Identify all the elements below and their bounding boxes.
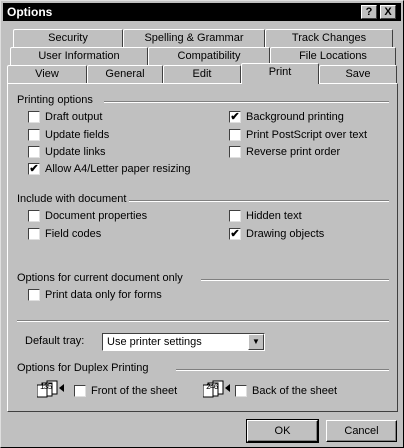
print-data-only-label: Print data only for forms	[45, 289, 162, 301]
cancel-button[interactable]: Cancel	[326, 420, 397, 442]
field-codes-label: Field codes	[45, 228, 102, 240]
draft-output-checkbox[interactable]	[28, 111, 40, 123]
current-document-divider	[201, 279, 389, 281]
background-printing-checkbox[interactable]: ✔	[229, 111, 241, 123]
update-fields-label: Update fields	[45, 129, 110, 141]
tab-print[interactable]: Print	[241, 63, 319, 84]
tab-security[interactable]: Security	[13, 29, 123, 48]
print-data-only-checkbox[interactable]	[28, 289, 40, 301]
drawing-objects-checkbox[interactable]: ✔	[229, 228, 241, 240]
back-of-sheet-checkbox[interactable]	[235, 385, 247, 397]
close-button[interactable]: X	[380, 5, 396, 19]
ok-button[interactable]: OK	[246, 419, 319, 443]
field-codes-checkbox[interactable]	[28, 228, 40, 240]
window-title: Options	[7, 5, 53, 19]
default-tray-value: Use printer settings	[107, 336, 202, 348]
front-of-sheet-label: Front of the sheet	[91, 385, 178, 397]
update-links-checkbox[interactable]	[28, 146, 40, 158]
dropdown-arrow-icon[interactable]: ▼	[248, 334, 264, 350]
back-of-sheet-label: Back of the sheet	[252, 385, 337, 397]
update-fields-checkbox[interactable]	[28, 129, 40, 141]
back-sheet-pages-icon: 246	[202, 380, 237, 398]
tab-save[interactable]: Save	[319, 65, 397, 84]
tab-track-changes[interactable]: Track Changes	[265, 29, 393, 48]
back-sheet-icon-text: 246	[206, 383, 218, 392]
document-properties-label: Document properties	[45, 210, 148, 222]
reverse-print-order-label: Reverse print order	[246, 146, 341, 158]
help-button[interactable]: ?	[361, 5, 377, 19]
default-tray-label: Default tray:	[25, 335, 85, 347]
current-document-heading: Options for current document only	[17, 272, 183, 284]
tray-divider	[17, 320, 389, 322]
title-bar: Options ? X	[3, 3, 401, 21]
drawing-objects-label: Drawing objects	[246, 228, 325, 240]
printing-options-heading: Printing options	[17, 94, 93, 106]
hidden-text-checkbox[interactable]	[229, 210, 241, 222]
include-divider	[129, 200, 389, 202]
draft-output-label: Draft output	[45, 111, 103, 123]
allow-a4-letter-label: Allow A4/Letter paper resizing	[45, 163, 191, 175]
tab-general[interactable]: General	[87, 65, 163, 84]
options-dialog: Options ? X Security Spelling & Grammar …	[0, 0, 404, 448]
background-printing-label: Background printing	[246, 111, 344, 123]
print-postscript-checkbox[interactable]	[229, 129, 241, 141]
front-sheet-icon-text: 135	[40, 383, 52, 392]
allow-a4-letter-checkbox[interactable]: ✔	[28, 163, 40, 175]
duplex-heading: Options for Duplex Printing	[17, 362, 149, 374]
duplex-divider	[176, 369, 389, 371]
hidden-text-label: Hidden text	[246, 210, 302, 222]
tab-spelling-grammar[interactable]: Spelling & Grammar	[123, 29, 265, 48]
default-tray-select[interactable]: Use printer settings ▼	[102, 333, 265, 351]
front-of-sheet-checkbox[interactable]	[74, 385, 86, 397]
print-postscript-label: Print PostScript over text	[246, 129, 368, 141]
reverse-print-order-checkbox[interactable]	[229, 146, 241, 158]
document-properties-checkbox[interactable]	[28, 210, 40, 222]
tab-view[interactable]: View	[7, 65, 87, 84]
front-sheet-pages-icon: 135	[36, 380, 71, 398]
update-links-label: Update links	[45, 146, 106, 158]
include-with-document-heading: Include with document	[17, 193, 127, 205]
print-tab-panel: Printing options Draft output Update fie…	[7, 83, 398, 412]
tab-user-information[interactable]: User Information	[10, 47, 148, 66]
tab-edit[interactable]: Edit	[163, 65, 241, 84]
printing-options-divider	[104, 101, 389, 103]
